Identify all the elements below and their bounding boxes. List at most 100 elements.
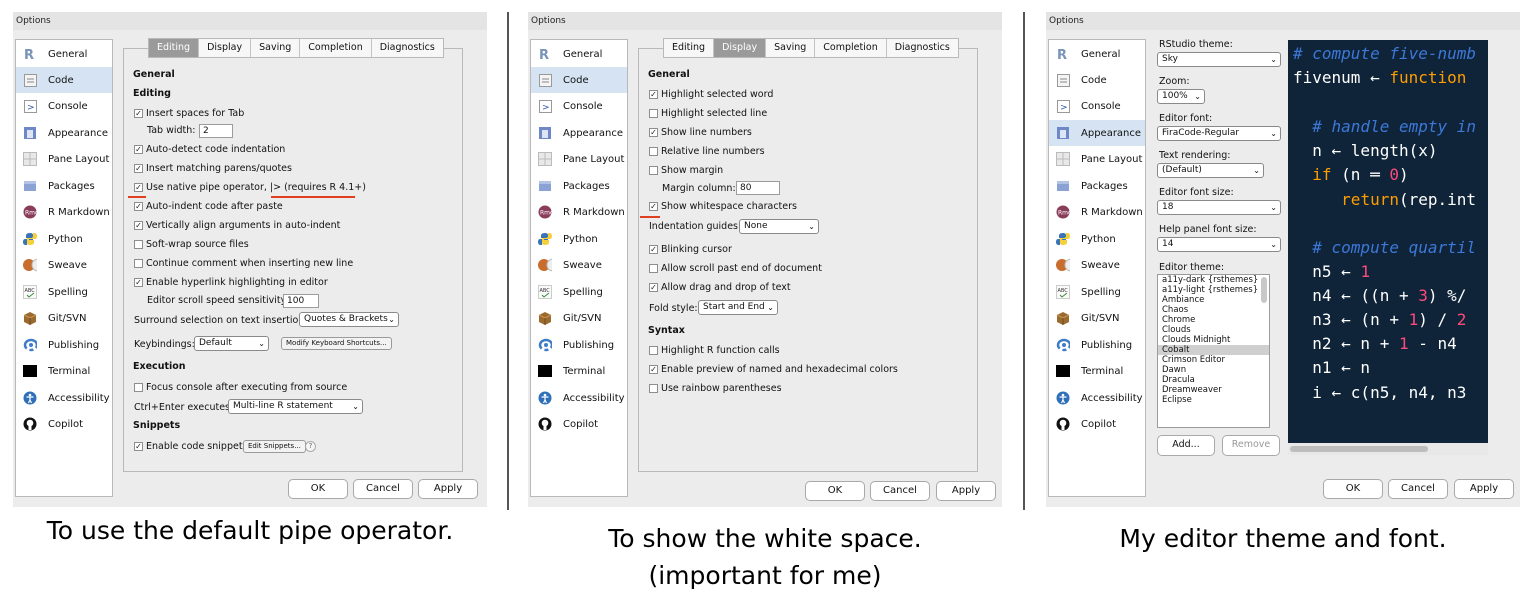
scrollbar-thumb[interactable] bbox=[1290, 446, 1428, 452]
drag-drop-checkbox[interactable]: ✓ Allow drag and drop of text bbox=[649, 282, 791, 293]
auto-detect-checkbox[interactable]: ✓ Auto-detect code indentation bbox=[134, 144, 285, 155]
apply-button[interactable]: Apply bbox=[936, 481, 996, 501]
theme-option[interactable]: Clouds bbox=[1158, 325, 1269, 335]
tab-diagnostics[interactable]: Diagnostics bbox=[372, 39, 443, 57]
sidebar-item-python[interactable]: Python bbox=[1049, 226, 1145, 252]
fold-style-select[interactable]: Start and End ⌄ bbox=[698, 300, 778, 315]
sidebar-item-general[interactable]: R General bbox=[16, 41, 112, 67]
checkbox-checked[interactable]: ✓ bbox=[134, 164, 143, 173]
sidebar-item-appearance[interactable]: Appearance bbox=[1049, 120, 1145, 146]
apply-button[interactable]: Apply bbox=[1454, 479, 1514, 499]
sidebar-item-packages[interactable]: Packages bbox=[16, 173, 112, 199]
preview-colors-checkbox[interactable]: ✓ Enable preview of named and hexadecimal… bbox=[649, 364, 898, 375]
ok-button[interactable]: OK bbox=[805, 481, 865, 501]
sidebar-item-console[interactable]: > Console bbox=[16, 93, 112, 119]
sidebar-item-console[interactable]: > Console bbox=[1049, 93, 1145, 119]
checkbox-checked[interactable]: ✓ bbox=[134, 442, 143, 451]
sidebar-item-r-markdown[interactable]: Rmd R Markdown bbox=[531, 199, 627, 225]
sidebar-item-spelling[interactable]: ABC Spelling bbox=[16, 279, 112, 305]
checkbox-checked[interactable]: ✓ bbox=[134, 278, 143, 287]
matching-parens-checkbox[interactable]: ✓ Insert matching parens/quotes bbox=[134, 163, 292, 174]
line-numbers-checkbox[interactable]: ✓ Show line numbers bbox=[649, 127, 752, 138]
highlight-r-calls-checkbox[interactable]: Highlight R function calls bbox=[649, 345, 780, 356]
sidebar-item-general[interactable]: R General bbox=[1049, 41, 1145, 67]
tab-editing[interactable]: Editing bbox=[149, 39, 200, 57]
tab-completion[interactable]: Completion bbox=[815, 39, 887, 57]
ok-button[interactable]: OK bbox=[1323, 479, 1383, 499]
show-margin-checkbox[interactable]: Show margin bbox=[649, 165, 723, 176]
checkbox-checked[interactable]: ✓ bbox=[134, 221, 143, 230]
checkbox-checked[interactable]: ✓ bbox=[649, 90, 658, 99]
theme-option[interactable]: Chrome bbox=[1158, 315, 1269, 325]
checkbox-checked[interactable]: ✓ bbox=[649, 245, 658, 254]
checkbox-checked[interactable]: ✓ bbox=[649, 365, 658, 374]
focus-console-checkbox[interactable]: Focus console after executing from sourc… bbox=[134, 382, 347, 393]
theme-option[interactable]: a11y-dark {rsthemes} bbox=[1158, 275, 1269, 285]
tab-saving[interactable]: Saving bbox=[251, 39, 301, 57]
sidebar-item-git-svn[interactable]: Git/SVN bbox=[531, 305, 627, 331]
editor-font-select[interactable]: FiraCode-Regular ⌄ bbox=[1157, 126, 1281, 141]
sidebar-item-packages[interactable]: Packages bbox=[531, 173, 627, 199]
modify-shortcuts-button[interactable]: Modify Keyboard Shortcuts... bbox=[281, 337, 392, 350]
sidebar-item-sweave[interactable]: Sweave bbox=[531, 252, 627, 278]
checkbox-checked[interactable]: ✓ bbox=[134, 145, 143, 154]
sidebar-item-publishing[interactable]: Publishing bbox=[1049, 332, 1145, 358]
hyperlink-checkbox[interactable]: ✓ Enable hyperlink highlighting in editor bbox=[134, 277, 328, 288]
auto-indent-checkbox[interactable]: ✓ Auto-indent code after paste bbox=[134, 201, 283, 212]
sidebar-item-sweave[interactable]: Sweave bbox=[16, 252, 112, 278]
sidebar-item-sweave[interactable]: Sweave bbox=[1049, 252, 1145, 278]
sidebar-item-console[interactable]: > Console bbox=[531, 93, 627, 119]
relative-line-numbers-checkbox[interactable]: Relative line numbers bbox=[649, 146, 765, 157]
sidebar-item-terminal[interactable]: Terminal bbox=[531, 358, 627, 384]
sidebar-item-copilot[interactable]: Copilot bbox=[1049, 411, 1145, 437]
sidebar-item-pane-layout[interactable]: Pane Layout bbox=[531, 146, 627, 172]
cancel-button[interactable]: Cancel bbox=[353, 479, 413, 499]
tab-display[interactable]: Display bbox=[199, 39, 252, 57]
tab-display[interactable]: Display bbox=[714, 39, 767, 57]
tab-width-input[interactable]: 2 bbox=[199, 124, 233, 138]
sidebar-item-code[interactable]: Code bbox=[531, 67, 627, 93]
scroll-speed-input[interactable]: 100 bbox=[283, 294, 319, 308]
editor-theme-list[interactable]: a11y-dark {rsthemes} a11y-light {rstheme… bbox=[1157, 274, 1270, 428]
sidebar-item-code[interactable]: Code bbox=[1049, 67, 1145, 93]
rstudio-theme-select[interactable]: Sky ⌄ bbox=[1157, 52, 1281, 67]
add-theme-button[interactable]: Add... bbox=[1157, 435, 1215, 456]
checkbox-unchecked[interactable] bbox=[134, 240, 143, 249]
ctrl-enter-select[interactable]: Multi-line R statement ⌄ bbox=[228, 399, 363, 414]
sidebar-item-git-svn[interactable]: Git/SVN bbox=[16, 305, 112, 331]
checkbox-unchecked[interactable] bbox=[649, 264, 658, 273]
tab-editing[interactable]: Editing bbox=[664, 39, 715, 57]
checkbox-unchecked[interactable] bbox=[649, 166, 658, 175]
sidebar-item-general[interactable]: R General bbox=[531, 41, 627, 67]
sidebar-item-publishing[interactable]: Publishing bbox=[531, 332, 627, 358]
insert-spaces-checkbox[interactable]: ✓ Insert spaces for Tab bbox=[134, 108, 244, 119]
sidebar-item-r-markdown[interactable]: Rmd R Markdown bbox=[16, 199, 112, 225]
sidebar-item-packages[interactable]: Packages bbox=[1049, 173, 1145, 199]
checkbox-unchecked[interactable] bbox=[134, 383, 143, 392]
sidebar-item-pane-layout[interactable]: Pane Layout bbox=[16, 146, 112, 172]
text-rendering-select[interactable]: (Default) ⌄ bbox=[1157, 163, 1264, 178]
tab-diagnostics[interactable]: Diagnostics bbox=[887, 39, 958, 57]
theme-option[interactable]: Dreamweaver bbox=[1158, 385, 1269, 395]
checkbox-checked[interactable]: ✓ bbox=[649, 283, 658, 292]
theme-option[interactable]: Ambiance bbox=[1158, 295, 1269, 305]
checkbox-unchecked[interactable] bbox=[134, 259, 143, 268]
sidebar-item-terminal[interactable]: Terminal bbox=[1049, 358, 1145, 384]
sidebar-item-code[interactable]: Code bbox=[16, 67, 112, 93]
theme-option[interactable]: Crimson Editor bbox=[1158, 355, 1269, 365]
highlight-word-checkbox[interactable]: ✓ Highlight selected word bbox=[649, 89, 773, 100]
sidebar-item-accessibility[interactable]: Accessibility bbox=[16, 385, 112, 411]
vertical-align-checkbox[interactable]: ✓ Vertically align arguments in auto-inde… bbox=[134, 220, 340, 231]
scroll-past-end-checkbox[interactable]: Allow scroll past end of document bbox=[649, 263, 822, 274]
checkbox-unchecked[interactable] bbox=[649, 346, 658, 355]
checkbox-checked[interactable]: ✓ bbox=[649, 202, 658, 211]
sidebar-item-git-svn[interactable]: Git/SVN bbox=[1049, 305, 1145, 331]
cancel-button[interactable]: Cancel bbox=[1388, 479, 1448, 499]
soft-wrap-checkbox[interactable]: Soft-wrap source files bbox=[134, 239, 249, 250]
sidebar-item-pane-layout[interactable]: Pane Layout bbox=[1049, 146, 1145, 172]
sidebar-item-r-markdown[interactable]: Rmd R Markdown bbox=[1049, 199, 1145, 225]
sidebar-item-copilot[interactable]: Copilot bbox=[531, 411, 627, 437]
continue-comment-checkbox[interactable]: Continue comment when inserting new line bbox=[134, 258, 353, 269]
checkbox-unchecked[interactable] bbox=[649, 384, 658, 393]
checkbox-checked[interactable]: ✓ bbox=[134, 202, 143, 211]
